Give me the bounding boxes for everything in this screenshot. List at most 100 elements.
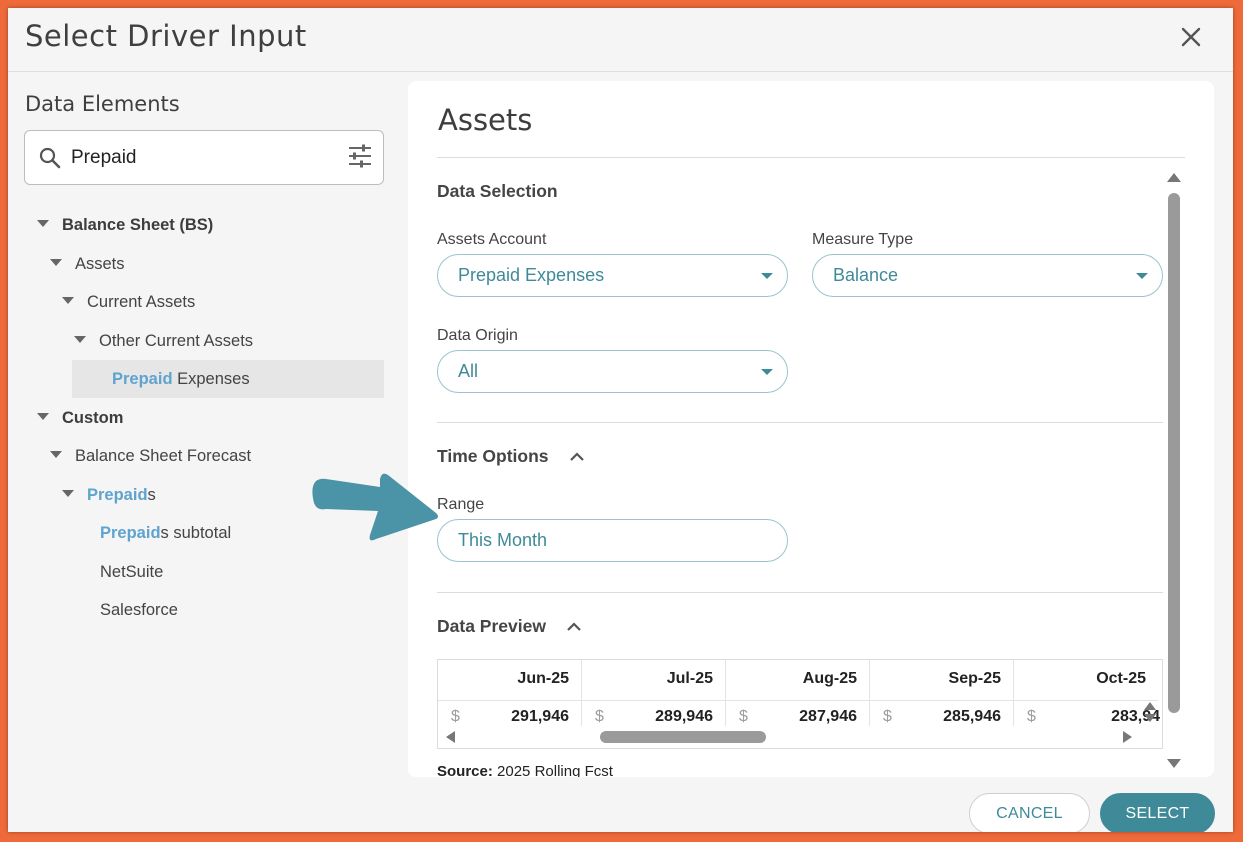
preview-month-header: Jun-25 — [517, 670, 569, 687]
section-divider — [437, 422, 1163, 423]
measure-type-value: Balance — [833, 265, 899, 285]
currency-symbol: $ — [451, 708, 460, 725]
filter-sliders-icon[interactable] — [347, 143, 373, 169]
tree-item-label: s — [147, 486, 156, 504]
tree-item[interactable]: Balance Sheet Forecast — [50, 437, 251, 475]
preview-month-header: Sep-25 — [948, 670, 1001, 687]
caret-down-icon[interactable] — [37, 220, 49, 228]
tree-item-label: Assets — [75, 255, 125, 273]
data-preview-table: Jun-25 $291,946 Jul-25 $289,946 Aug-25 $287,9… — [437, 659, 1163, 749]
caret-down-icon[interactable] — [74, 336, 86, 344]
caret-down-icon[interactable] — [62, 297, 74, 305]
measure-type-select[interactable]: Balance — [812, 254, 1163, 297]
tree-item[interactable]: Prepaid Expenses — [72, 360, 384, 398]
vertical-scrollbar-thumb[interactable] — [1168, 193, 1180, 713]
chevron-down-icon — [761, 369, 773, 375]
search-match-highlight: Prepaid — [100, 524, 161, 542]
row-divider — [726, 700, 869, 701]
measure-type-label: Measure Type — [812, 231, 914, 248]
search-icon — [39, 147, 61, 169]
scroll-down-icon[interactable] — [1167, 759, 1181, 768]
chevron-up-icon[interactable] — [569, 450, 585, 462]
currency-symbol: $ — [595, 708, 604, 725]
source-line: Source: 2025 Rolling Fcst — [437, 763, 613, 777]
tree-item-label: Balance Sheet Forecast — [75, 447, 252, 465]
tree-item[interactable]: Balance Sheet (BS) — [37, 206, 213, 244]
data-origin-value: All — [458, 361, 479, 381]
row-divider — [582, 700, 725, 701]
data-origin-label: Data Origin — [437, 327, 518, 344]
dialog-title: Select Driver Input — [25, 19, 307, 53]
source-label: Source: — [437, 763, 493, 777]
tree-item[interactable]: Current Assets — [62, 283, 195, 321]
preview-column: Aug-25 $287,946 — [726, 660, 870, 726]
currency-symbol: $ — [883, 708, 892, 725]
title-bar: Select Driver Input — [8, 8, 1233, 72]
caret-down-icon[interactable] — [50, 451, 62, 459]
range-label: Range — [437, 496, 485, 513]
tree-item[interactable]: Prepaids subtotal — [100, 514, 231, 552]
scroll-up-icon[interactable] — [1144, 702, 1156, 710]
tree-item-label: Other Current Assets — [99, 332, 254, 350]
caret-down-icon[interactable] — [50, 259, 62, 267]
tree-item[interactable]: Prepaids — [62, 476, 156, 514]
data-preview-title: Data Preview — [437, 616, 546, 636]
tree-item-label: Current Assets — [87, 293, 196, 311]
assets-account-label: Assets Account — [437, 231, 547, 248]
assets-panel: Assets Data Selection Assets Account Pre… — [408, 81, 1214, 777]
select-driver-input-dialog: Select Driver Input Data Elements Balanc… — [8, 8, 1233, 832]
tree-item-label: s subtotal — [160, 524, 232, 542]
annotation-arrow-icon — [312, 473, 438, 541]
scroll-right-icon[interactable] — [1123, 731, 1132, 743]
row-divider — [870, 700, 1013, 701]
chevron-down-icon — [1136, 273, 1148, 279]
currency-symbol: $ — [739, 708, 748, 725]
scroll-left-icon[interactable] — [446, 731, 455, 743]
close-icon[interactable] — [1178, 24, 1204, 50]
search-input[interactable] — [71, 141, 331, 175]
data-elements-heading: Data Elements — [25, 92, 180, 116]
horizontal-scrollbar-thumb[interactable] — [600, 731, 766, 743]
preview-column: Sep-25 $285,946 — [870, 660, 1014, 726]
tree-item-label: Balance Sheet (BS) — [62, 216, 214, 234]
cancel-button[interactable]: CANCEL — [969, 793, 1090, 832]
caret-down-icon[interactable] — [62, 490, 74, 498]
caret-down-icon[interactable] — [37, 413, 49, 421]
title-divider — [437, 157, 1185, 158]
select-button[interactable]: SELECT — [1100, 793, 1215, 832]
tree-item-label: Custom — [62, 409, 124, 427]
range-select[interactable]: This Month — [437, 519, 788, 562]
currency-symbol: $ — [1027, 708, 1036, 725]
preview-month-header: Oct-25 — [1096, 670, 1146, 687]
preview-month-header: Jul-25 — [666, 670, 713, 687]
preview-column: Jul-25 $289,946 — [582, 660, 726, 726]
preview-value: 287,946 — [799, 708, 857, 725]
tree-item[interactable]: NetSuite — [100, 553, 163, 591]
preview-value: 291,946 — [511, 708, 569, 725]
tree-item[interactable]: Assets — [50, 245, 125, 283]
assets-account-select[interactable]: Prepaid Expenses — [437, 254, 788, 297]
tree-item-label: NetSuite — [100, 563, 164, 581]
tree-item[interactable]: Custom — [37, 399, 123, 437]
tree-item[interactable]: Other Current Assets — [74, 322, 253, 360]
preview-value: 285,946 — [943, 708, 1001, 725]
tree-item-label: Salesforce — [100, 601, 178, 619]
tree-item[interactable]: Salesforce — [100, 591, 178, 629]
preview-column: Oct-25 $283,94 — [1014, 660, 1160, 726]
scroll-down-icon[interactable] — [1144, 714, 1156, 722]
scroll-up-icon[interactable] — [1167, 173, 1181, 182]
row-divider — [1014, 700, 1158, 701]
horizontal-scrollbar-track[interactable] — [438, 726, 1162, 748]
data-origin-select[interactable]: All — [437, 350, 788, 393]
preview-value: 289,946 — [655, 708, 713, 725]
time-options-title: Time Options — [437, 446, 549, 466]
tree-item-label: Expenses — [172, 370, 250, 388]
assets-account-value: Prepaid Expenses — [458, 265, 605, 285]
source-value: 2025 Rolling Fcst — [497, 763, 613, 777]
search-box — [24, 130, 384, 185]
preview-column: Jun-25 $291,946 — [438, 660, 582, 726]
range-value: This Month — [458, 530, 548, 550]
chevron-up-icon[interactable] — [566, 620, 582, 632]
chevron-down-icon — [761, 273, 773, 279]
search-match-highlight: Prepaid — [87, 486, 148, 504]
